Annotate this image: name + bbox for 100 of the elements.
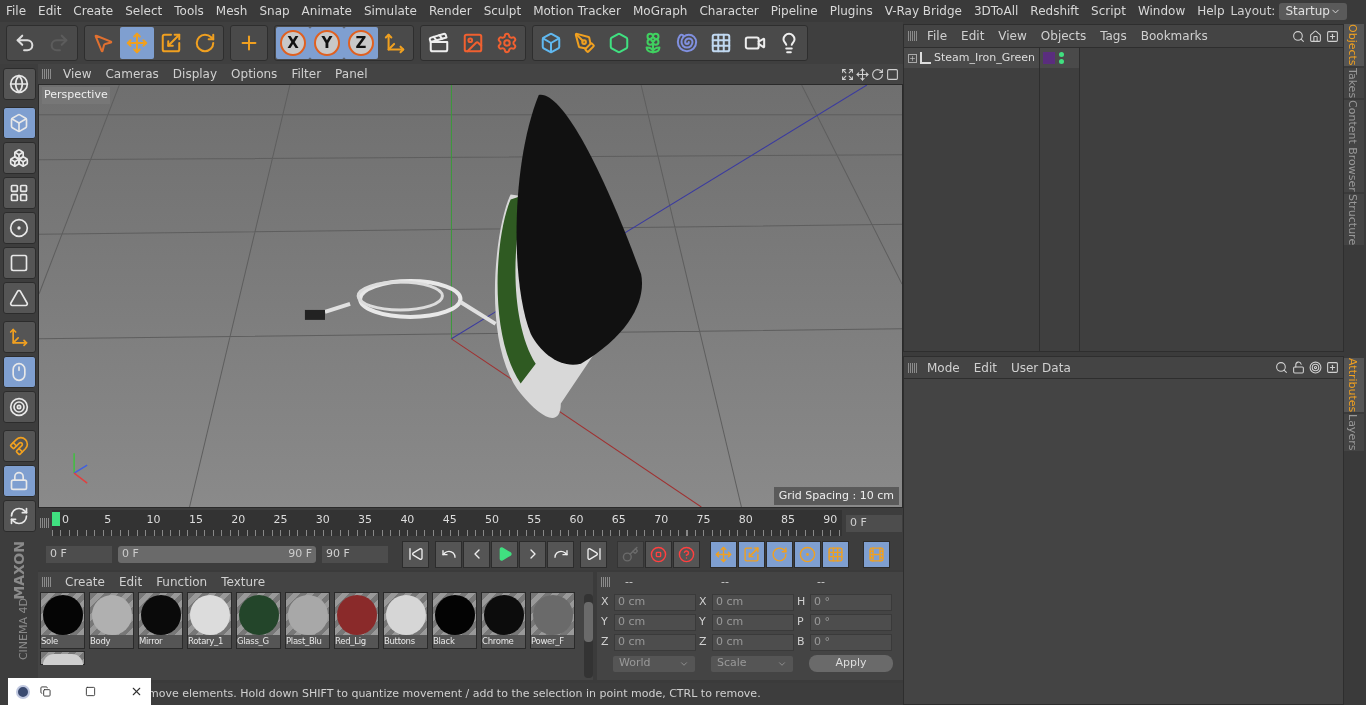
new-panel-icon[interactable]	[1326, 29, 1339, 43]
menu-item[interactable]: Objects	[1033, 27, 1094, 45]
lock-icon[interactable]	[1292, 361, 1305, 374]
visibility-dots-icon[interactable]	[1059, 52, 1064, 64]
menu-item[interactable]: Window	[1131, 2, 1192, 20]
material-swatch[interactable]: Chrome	[481, 592, 526, 649]
layout-dropdown[interactable]: Startup	[1279, 2, 1347, 20]
material-swatch[interactable]: Sole	[40, 592, 85, 649]
material-swatch[interactable]: Rotary_1	[187, 592, 232, 649]
zoom-icon[interactable]	[856, 67, 869, 81]
axis-lock-button[interactable]: Y	[310, 27, 344, 59]
target-icon[interactable]	[1309, 361, 1322, 374]
side-tab[interactable]: Attributes	[1344, 358, 1364, 413]
menu-item[interactable]: Script	[1085, 2, 1132, 20]
material-swatch[interactable]: Black	[432, 592, 477, 649]
side-tab[interactable]: Content Browser	[1344, 99, 1364, 192]
menu-item[interactable]: Animate	[295, 2, 358, 20]
menu-item[interactable]: Tags	[1093, 27, 1134, 45]
play-button[interactable]	[491, 540, 518, 568]
tweak-mode-button[interactable]	[2, 356, 36, 388]
side-tab[interactable]: Structure	[1344, 193, 1364, 245]
menu-item[interactable]: Texture	[214, 573, 273, 591]
menu-item[interactable]: Motion Tracker	[527, 2, 627, 20]
home-icon[interactable]	[1309, 29, 1322, 43]
menu-item[interactable]: Panel	[328, 65, 375, 83]
auto-record-button[interactable]	[673, 540, 700, 568]
material-swatch[interactable]: Mirror	[138, 592, 183, 649]
scale-key-button[interactable]	[738, 540, 765, 568]
menu-item[interactable]: View	[991, 27, 1034, 45]
menu-item[interactable]: Mode	[920, 358, 967, 377]
menu-item[interactable]: Edit	[111, 573, 150, 591]
next-frame-button[interactable]	[519, 540, 546, 568]
parameter-key-button[interactable]	[794, 540, 821, 568]
axis-lock-button[interactable]: X	[276, 27, 310, 59]
new-panel-icon[interactable]	[1326, 361, 1339, 374]
minimized-window[interactable]	[8, 678, 151, 705]
maximize-icon[interactable]	[85, 686, 96, 697]
menu-item[interactable]: Snap	[253, 2, 296, 20]
material-swatch[interactable]: Red_Lig	[334, 592, 379, 649]
model-mode-button[interactable]	[2, 107, 36, 139]
menu-item[interactable]: Create	[67, 2, 120, 20]
menu-item[interactable]: Simulate	[357, 2, 423, 20]
magnet-mode-button[interactable]	[2, 430, 36, 462]
sync-mode-button[interactable]	[2, 500, 36, 532]
prev-key-button[interactable]	[435, 540, 462, 568]
menu-item[interactable]: Pipeline	[764, 2, 824, 20]
menu-item[interactable]: View	[56, 65, 99, 83]
material-swatch[interactable]: Plast_Blu	[285, 592, 330, 649]
scrollbar[interactable]	[584, 594, 593, 678]
menu-item[interactable]: Bookmarks	[1133, 27, 1215, 45]
menu-item[interactable]: Display	[165, 65, 225, 83]
rotation-key-button[interactable]	[766, 540, 793, 568]
viewport[interactable]: Perspective Grid Spacing : 10 cm	[38, 84, 903, 508]
axis-lock-button[interactable]: Z	[344, 27, 378, 59]
expand-toggle-icon[interactable]	[908, 53, 917, 63]
end-frame-field[interactable]: 90 F	[322, 545, 388, 563]
material-swatch[interactable]: Glass_G	[236, 592, 281, 649]
polygons-mode-button[interactable]	[2, 282, 36, 314]
side-tab[interactable]: Layers	[1344, 414, 1364, 451]
points-key-button[interactable]	[822, 540, 849, 568]
lock-mode-button[interactable]	[2, 465, 36, 497]
menu-item[interactable]: Function	[149, 573, 215, 591]
menu-item[interactable]: Sculpt	[477, 2, 528, 20]
menu-item[interactable]: Options	[224, 65, 285, 83]
menu-item[interactable]: Edit	[954, 27, 992, 45]
texture-mode-button[interactable]	[2, 142, 36, 174]
timeline-button[interactable]	[863, 540, 890, 568]
workplane-mode-button[interactable]	[2, 177, 36, 209]
orbit-icon[interactable]	[871, 67, 884, 81]
solo-mode-button[interactable]	[2, 391, 36, 423]
material-swatch[interactable]: Buttons	[383, 592, 428, 649]
next-key-button[interactable]	[547, 540, 574, 568]
menu-item[interactable]: Edit	[32, 2, 68, 20]
search-icon[interactable]	[1275, 361, 1288, 374]
range-slider[interactable]: 0 F 90 F	[118, 545, 316, 563]
menu-item[interactable]: Create	[58, 573, 112, 591]
menu-item[interactable]: Plugins	[823, 2, 879, 20]
prev-frame-button[interactable]	[463, 540, 490, 568]
first-button[interactable]	[402, 540, 429, 568]
side-tab[interactable]: Takes	[1344, 67, 1364, 98]
menu-item[interactable]: File	[0, 2, 33, 20]
last-button[interactable]	[580, 540, 607, 568]
menu-item[interactable]: 3DToAll	[967, 2, 1025, 20]
timeline-ruler[interactable]: 0 5 10 15 20 25 30 35 40 45 50 55 60 65 70 75 80 85 90	[52, 510, 842, 536]
points-mode-button[interactable]	[2, 212, 36, 244]
edges-mode-button[interactable]	[2, 247, 36, 279]
record-record-button[interactable]	[645, 540, 672, 568]
axis-mode-button[interactable]	[2, 321, 36, 353]
menu-item[interactable]: Render	[422, 2, 478, 20]
menu-item[interactable]: User Data	[1003, 358, 1078, 377]
side-tab[interactable]: Objects	[1344, 24, 1364, 66]
menu-item[interactable]: Edit	[966, 358, 1004, 377]
material-swatch[interactable]: Power_F	[530, 592, 575, 649]
menu-item[interactable]: Help	[1191, 2, 1231, 20]
object-row[interactable]: Steam_Iron_Green	[904, 48, 1039, 68]
menu-item[interactable]: Cameras	[98, 65, 166, 83]
menu-item[interactable]: MoGraph	[626, 2, 694, 20]
current-frame-field[interactable]: 0 F	[846, 514, 902, 532]
menu-item[interactable]: Tools	[168, 2, 210, 20]
menu-item[interactable]: Filter	[284, 65, 329, 83]
